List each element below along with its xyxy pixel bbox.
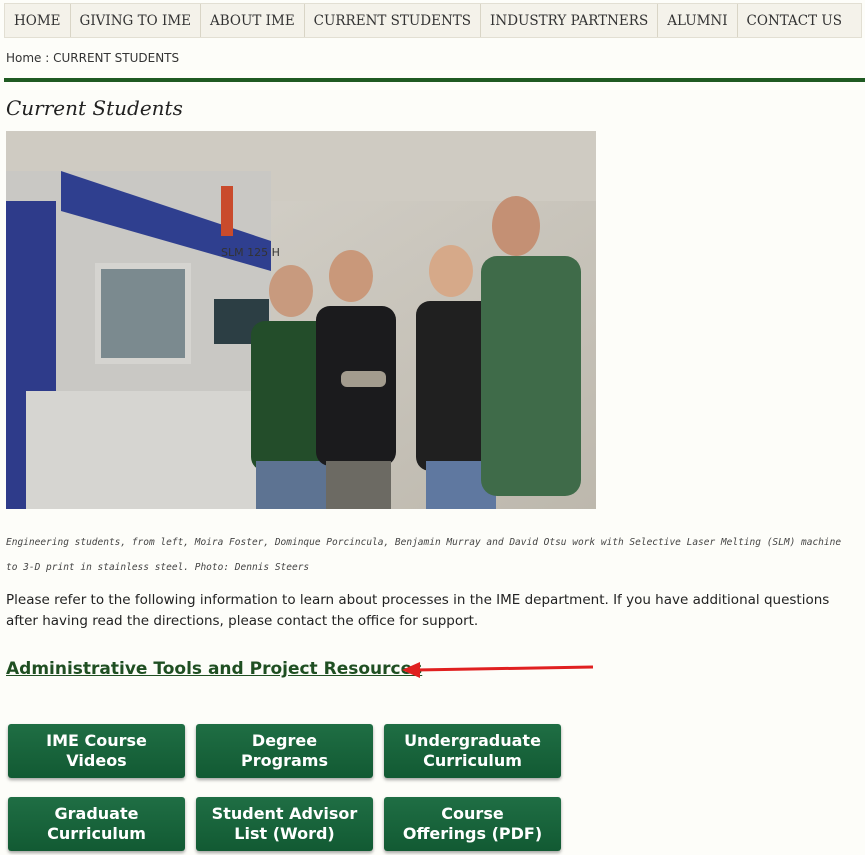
machine-label: SLM 125 H (221, 246, 280, 259)
undergraduate-curriculum-button[interactable]: Undergraduate Curriculum (384, 724, 561, 778)
intro-text: Please refer to the following informatio… (6, 592, 830, 629)
administrative-tools-link[interactable]: Administrative Tools and Project Resourc… (6, 659, 422, 679)
button-label: Degree Programs (241, 731, 328, 770)
nav-item-industry-partners[interactable]: INDUSTRY PARTNERS (481, 4, 659, 37)
red-arrow-annotation (402, 662, 594, 678)
breadcrumb[interactable]: Home : CURRENT STUDENTS (6, 51, 179, 65)
header-divider (4, 78, 865, 82)
nav-item-contact[interactable]: CONTACT US (738, 4, 851, 37)
student-advisor-list-button[interactable]: Student Advisor List (Word) (196, 797, 373, 851)
graduate-curriculum-button[interactable]: Graduate Curriculum (8, 797, 185, 851)
nav-item-about[interactable]: ABOUT IME (201, 4, 305, 37)
course-offerings-button[interactable]: Course Offerings (PDF) (384, 797, 561, 851)
button-label: Graduate Curriculum (47, 804, 146, 843)
arrow-head (402, 662, 420, 678)
degree-programs-button[interactable]: Degree Programs (196, 724, 373, 778)
page-title: Current Students (6, 96, 183, 120)
nav-item-home[interactable]: HOME (5, 4, 71, 37)
photo-caption: Engineering students, from left, Moira F… (6, 537, 842, 573)
button-label: Student Advisor List (Word) (211, 804, 358, 843)
arrow-shaft (415, 665, 594, 672)
main-nav: HOME GIVING TO IME ABOUT IME CURRENT STU… (4, 3, 862, 38)
button-label: IME Course Videos (46, 731, 147, 770)
button-label: Course Offerings (PDF) (402, 804, 543, 843)
nav-item-alumni[interactable]: ALUMNI (658, 4, 738, 37)
nav-item-current-students[interactable]: CURRENT STUDENTS (305, 4, 482, 37)
nav-item-giving[interactable]: GIVING TO IME (71, 4, 201, 37)
button-label: Undergraduate Curriculum (404, 731, 541, 770)
ime-course-videos-button[interactable]: IME Course Videos (8, 724, 185, 778)
students-photo: SLM 125 H (6, 131, 596, 509)
